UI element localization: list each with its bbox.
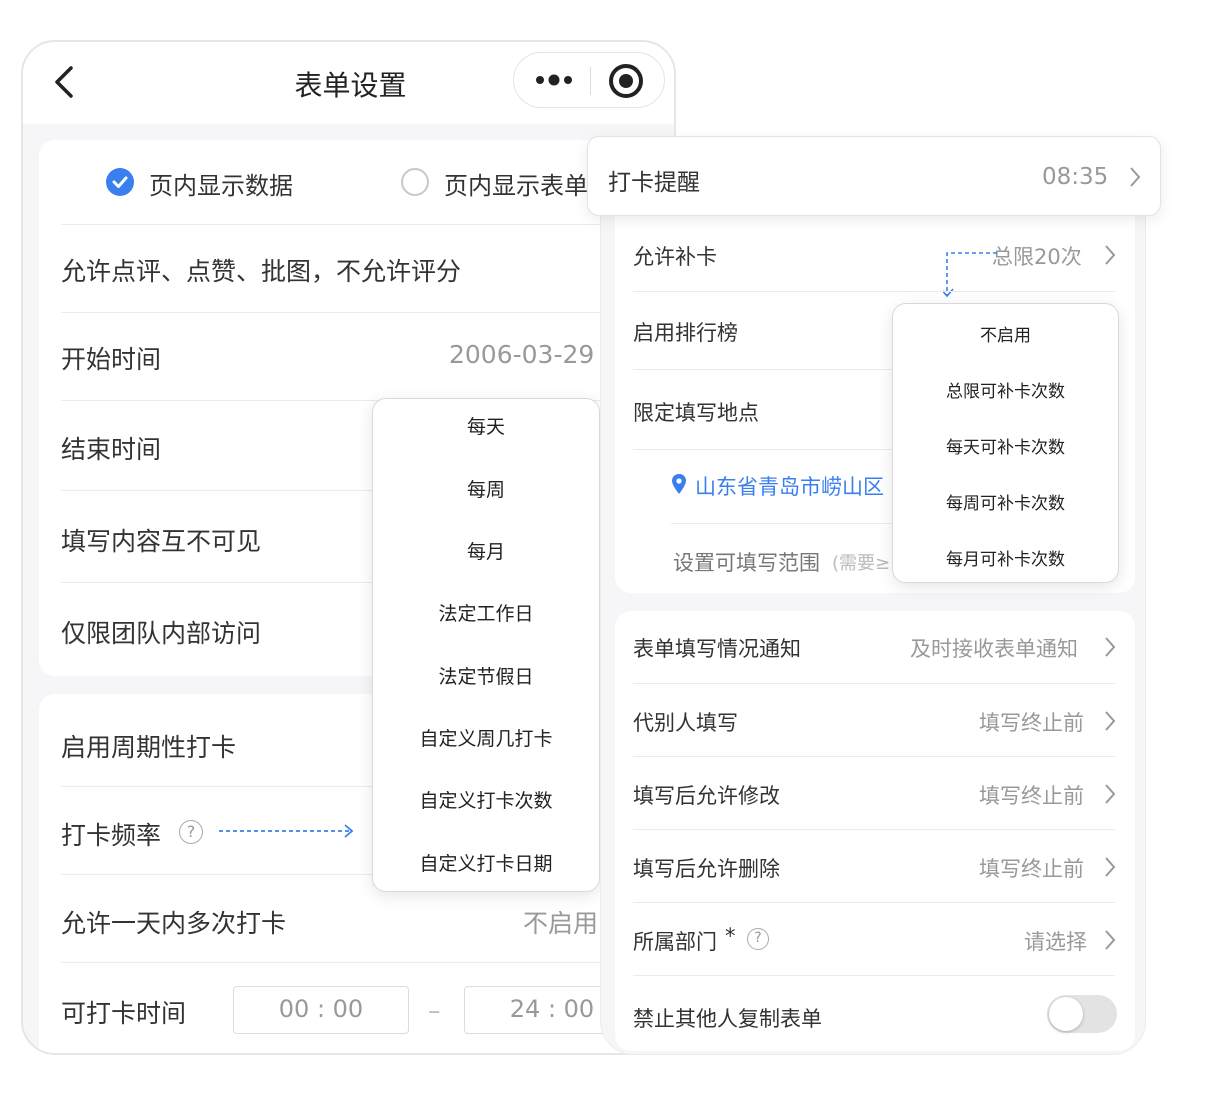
notify-value: 及时接收表单通知: [910, 637, 1078, 661]
frequency-option[interactable]: 法定节假日: [373, 662, 599, 689]
start-time-input[interactable]: 00 : 00: [233, 986, 409, 1034]
chevron-right-icon: [1105, 857, 1116, 877]
radio-show-form[interactable]: [401, 168, 429, 196]
allow-edit-label: 填写后允许修改: [633, 784, 780, 808]
frequency-option[interactable]: 自定义打卡次数: [373, 786, 599, 813]
end-time-label: 结束时间: [61, 435, 162, 464]
makeup-option[interactable]: 每周可补卡次数: [893, 489, 1118, 514]
multi-checkin-label: 允许一天内多次打卡: [61, 909, 287, 938]
checkin-reminder-row[interactable]: 打卡提醒 08:35: [587, 136, 1161, 216]
start-time-label: 开始时间: [61, 345, 162, 374]
frequency-option[interactable]: 每月: [373, 537, 599, 564]
multi-checkin-value: 不启用: [523, 909, 599, 938]
comment-rule-text: 允许点评、点赞、批图，不允许评分: [61, 257, 462, 286]
makeup-row[interactable]: 允许补卡 总限20次: [633, 217, 1117, 298]
time-separator: –: [428, 996, 441, 1025]
no-copy-toggle[interactable]: [1047, 995, 1117, 1033]
frequency-option[interactable]: 自定义打卡日期: [373, 849, 599, 876]
notify-row[interactable]: 表单填写情况通知 及时接收表单通知: [633, 611, 1117, 683]
question-circle-icon[interactable]: ?: [747, 928, 769, 950]
address-text: 山东省青岛市崂山区: [695, 475, 884, 499]
chevron-right-icon: [1105, 245, 1116, 265]
proxy-fill-row[interactable]: 代别人填写 填写终止前: [633, 683, 1117, 756]
reminder-time: 08:35: [1042, 164, 1109, 190]
chevron-right-icon: [1105, 930, 1116, 950]
allow-delete-value: 填写终止前: [979, 857, 1084, 881]
allow-edit-value: 填写终止前: [979, 784, 1084, 808]
ranking-label: 启用排行榜: [633, 321, 738, 345]
frequency-options-popup: 每天 每周 每月 法定工作日 法定节假日 自定义周几打卡 自定义打卡次数 自定义…: [372, 398, 600, 892]
radio-label-show-form: 页内显示表单: [444, 172, 588, 200]
chevron-right-icon: [1130, 167, 1141, 187]
radio-show-data[interactable]: [106, 168, 134, 196]
makeup-option[interactable]: 每天可补卡次数: [893, 433, 1118, 458]
location-label: 限定填写地点: [633, 401, 759, 425]
location-pin-icon: [672, 474, 686, 494]
chevron-right-icon: [1105, 711, 1116, 731]
proxy-fill-label: 代别人填写: [633, 711, 738, 735]
checkin-time-row: 可打卡时间 00 : 00 – 24 : 00: [61, 962, 661, 1053]
makeup-option[interactable]: 每月可补卡次数: [893, 545, 1118, 570]
start-time-value: 2006-03-29: [449, 340, 595, 369]
frequency-option[interactable]: 每天: [373, 412, 599, 439]
frequency-option[interactable]: 每周: [373, 475, 599, 502]
required-mark: *: [725, 924, 736, 948]
allow-edit-row[interactable]: 填写后允许修改 填写终止前: [633, 756, 1117, 829]
target-icon[interactable]: [608, 63, 644, 99]
content-invisible-label: 填写内容互不可见: [61, 527, 262, 556]
radio-label-show-data: 页内显示数据: [149, 172, 293, 200]
form-permission-card: 表单填写情况通知 及时接收表单通知 代别人填写 填写终止前 填写后允许修改 填写…: [615, 611, 1135, 1051]
allow-delete-row[interactable]: 填写后允许删除 填写终止前: [633, 829, 1117, 902]
notify-label: 表单填写情况通知: [633, 637, 801, 661]
display-mode-radio-group: 页内显示数据 页内显示表单: [39, 140, 674, 224]
start-time-row[interactable]: 开始时间 2006-03-29: [61, 312, 661, 400]
nav-bar: 表单设置: [23, 42, 674, 124]
no-copy-label: 禁止其他人复制表单: [633, 1007, 822, 1031]
department-label: 所属部门: [633, 930, 717, 954]
frequency-option[interactable]: 自定义周几打卡: [373, 724, 599, 751]
makeup-options-popup: 不启用 总限可补卡次数 每天可补卡次数 每周可补卡次数 每月可补卡次数: [892, 303, 1119, 583]
dashed-arrow-icon: [219, 824, 354, 838]
capsule-divider: [590, 67, 591, 95]
makeup-option[interactable]: 总限可补卡次数: [893, 377, 1118, 402]
checkin-time-label: 可打卡时间: [61, 999, 187, 1028]
check-icon: [112, 176, 128, 188]
frequency-option[interactable]: 法定工作日: [373, 599, 599, 626]
chevron-right-icon: [1105, 784, 1116, 804]
periodic-checkin-label: 启用周期性打卡: [61, 733, 237, 762]
allow-delete-label: 填写后允许删除: [633, 857, 780, 881]
team-only-label: 仅限团队内部访问: [61, 619, 262, 648]
makeup-value: 总限20次: [992, 245, 1082, 269]
no-copy-row: 禁止其他人复制表单: [633, 975, 1117, 1051]
more-dots-icon[interactable]: [534, 70, 574, 90]
question-circle-icon[interactable]: ?: [179, 820, 203, 844]
comment-rule-row[interactable]: 允许点评、点赞、批图，不允许评分: [61, 224, 661, 312]
chevron-right-icon: [1105, 637, 1116, 657]
makeup-label: 允许补卡: [633, 245, 717, 269]
makeup-option[interactable]: 不启用: [893, 321, 1118, 346]
proxy-fill-value: 填写终止前: [979, 711, 1084, 735]
department-value: 请选择: [1024, 930, 1087, 954]
department-row[interactable]: 所属部门 * ? 请选择: [633, 902, 1117, 975]
range-hint: (需要≥: [832, 553, 891, 574]
mini-program-capsule: [513, 52, 665, 108]
reminder-label: 打卡提醒: [608, 170, 700, 196]
range-label: 设置可填写范围: [673, 551, 820, 575]
checkin-frequency-label: 打卡频率: [61, 821, 162, 850]
toggle-knob: [1049, 997, 1083, 1031]
